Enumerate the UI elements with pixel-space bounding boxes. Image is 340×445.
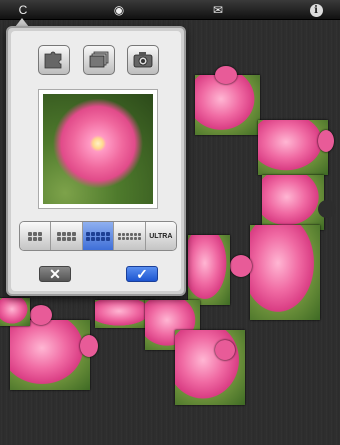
top-toolbar: C ◉ ✉ i	[0, 0, 340, 20]
photo-album-icon	[89, 51, 109, 68]
puzzle-piece[interactable]	[258, 120, 328, 175]
confirm-button[interactable]: ✓	[126, 266, 158, 282]
photo-preview	[38, 89, 158, 209]
difficulty-option-2[interactable]	[51, 222, 83, 250]
eye-icon[interactable]: ◉	[108, 2, 130, 18]
puzzle-hole	[318, 200, 336, 218]
photo-album-button[interactable]	[83, 45, 115, 75]
cancel-button[interactable]: ✕	[39, 266, 71, 282]
camera-icon	[133, 52, 153, 68]
puzzle-tab	[318, 130, 334, 152]
new-puzzle-popover: ULTRA ✕ ✓	[6, 26, 186, 296]
back-glyph: C	[18, 3, 28, 17]
back-arrow-icon[interactable]: C	[12, 2, 34, 18]
eye-glyph: ◉	[113, 3, 125, 17]
grid-5-icon	[86, 231, 111, 241]
puzzle-piece[interactable]	[188, 235, 230, 305]
puzzle-piece[interactable]	[262, 175, 324, 230]
difficulty-selector: ULTRA	[19, 221, 177, 251]
mail-glyph: ✉	[212, 3, 224, 17]
puzzle-piece[interactable]	[250, 225, 320, 320]
difficulty-option-1[interactable]	[20, 222, 52, 250]
puzzle-tab	[215, 66, 237, 84]
puzzle-piece-icon	[44, 51, 62, 69]
puzzle-library-button[interactable]	[38, 45, 70, 75]
difficulty-option-3[interactable]	[82, 222, 115, 250]
checkmark-icon: ✓	[136, 265, 148, 282]
grid-4-icon	[57, 231, 77, 241]
puzzle-tab	[230, 255, 252, 277]
ultra-label: ULTRA	[149, 232, 173, 240]
grid-6-icon	[117, 232, 141, 240]
puzzle-tab	[30, 305, 52, 325]
info-glyph: i	[309, 3, 323, 17]
envelope-icon[interactable]: ✉	[207, 2, 229, 18]
popover-content: ULTRA ✕ ✓	[11, 31, 181, 291]
difficulty-option-ultra[interactable]: ULTRA	[145, 222, 176, 250]
camera-button[interactable]	[127, 45, 159, 75]
puzzle-piece[interactable]	[175, 330, 245, 405]
grid-3-icon	[28, 231, 43, 241]
puzzle-piece[interactable]	[0, 298, 30, 326]
info-icon[interactable]: i	[305, 2, 327, 18]
difficulty-option-4[interactable]	[114, 222, 146, 250]
puzzle-tab	[80, 335, 98, 357]
puzzle-piece[interactable]	[195, 75, 260, 135]
puzzle-piece[interactable]	[10, 320, 90, 390]
puzzle-tab	[215, 340, 235, 360]
dahlia-photo	[43, 94, 153, 204]
close-icon: ✕	[49, 265, 61, 282]
